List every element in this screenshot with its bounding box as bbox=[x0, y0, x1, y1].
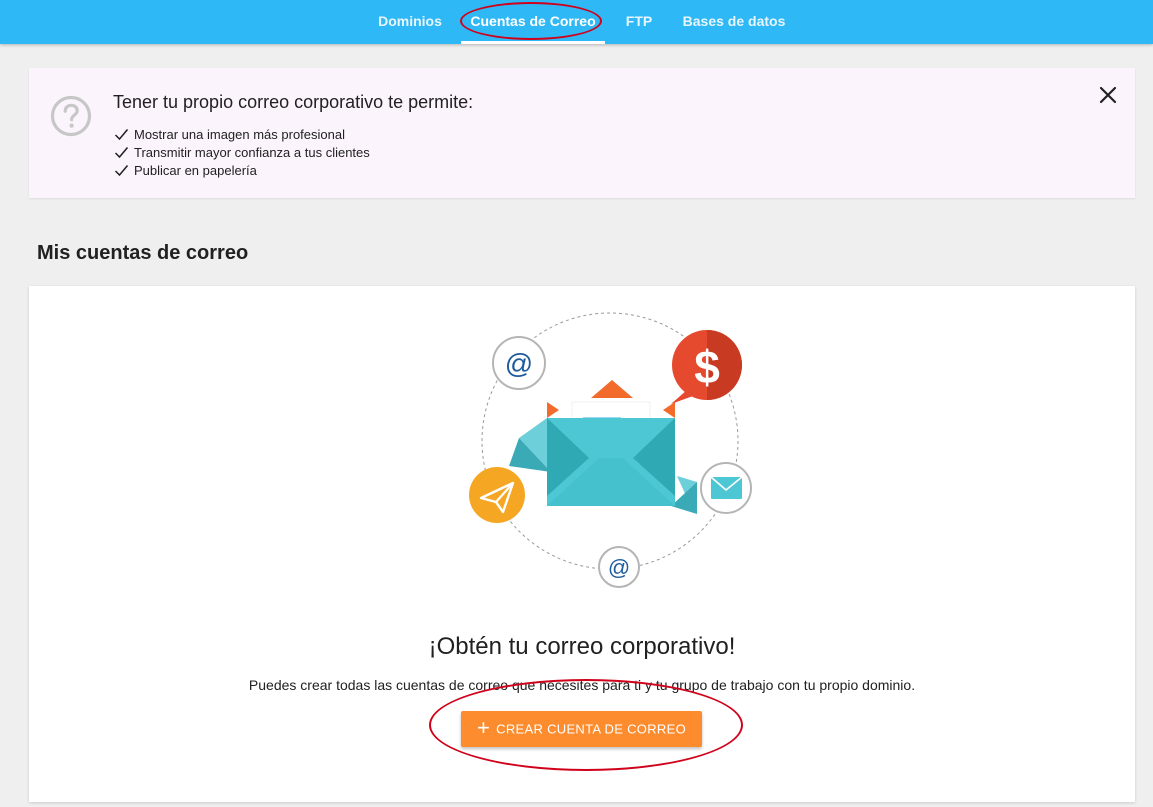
at-bubble-icon: @ bbox=[492, 336, 546, 390]
create-email-account-button[interactable]: + CREAR CUENTA DE CORREO bbox=[461, 711, 702, 747]
at-symbol-bottom: @ bbox=[608, 555, 630, 580]
dollar-symbol: $ bbox=[694, 341, 720, 393]
active-tab-indicator bbox=[461, 41, 605, 44]
create-button-label: CREAR CUENTA DE CORREO bbox=[496, 721, 686, 737]
tab-dominios-label: Dominios bbox=[378, 13, 442, 29]
banner-title: Tener tu propio correo corporativo te pe… bbox=[113, 92, 474, 112]
dollar-coin-icon: $ bbox=[671, 330, 742, 404]
check-icon bbox=[114, 147, 129, 159]
tab-cuentas-de-correo[interactable]: Cuentas de Correo bbox=[461, 0, 605, 44]
mail-bubble-icon bbox=[700, 462, 752, 514]
plus-icon: + bbox=[477, 715, 491, 740]
benefits-list: Mostrar una imagen más profesional Trans… bbox=[114, 126, 370, 180]
at-symbol-top: @ bbox=[505, 348, 533, 379]
paper-plane-icon bbox=[469, 467, 525, 523]
section-title: Mis cuentas de correo bbox=[37, 242, 249, 264]
close-icon[interactable] bbox=[1097, 84, 1119, 106]
benefit-text: Mostrar una imagen más profesional bbox=[134, 127, 345, 142]
envelope-icon bbox=[547, 418, 675, 506]
tab-bases-de-datos[interactable]: Bases de datos bbox=[678, 0, 790, 44]
email-accounts-card: @ $ @ ¡Obtén tu correo corporativo! Pued… bbox=[29, 286, 1135, 802]
at-bubble-small-icon: @ bbox=[598, 546, 640, 588]
benefit-text: Transmitir mayor confianza a tus cliente… bbox=[134, 145, 370, 160]
tab-ftp-label: FTP bbox=[625, 13, 653, 29]
info-banner: Tener tu propio correo corporativo te pe… bbox=[29, 68, 1135, 198]
list-item: Mostrar una imagen más profesional bbox=[114, 126, 370, 144]
tab-cuentas-de-correo-label: Cuentas de Correo bbox=[470, 13, 596, 29]
up-arrow-icon bbox=[591, 380, 633, 398]
list-item: Publicar en papelería bbox=[114, 162, 370, 180]
tab-dominios[interactable]: Dominios bbox=[370, 0, 450, 44]
card-headline: ¡Obtén tu correo corporativo! bbox=[428, 633, 736, 660]
check-icon bbox=[114, 165, 129, 177]
card-subtext: Puedes crear todas las cuentas de correo… bbox=[248, 677, 916, 693]
list-item: Transmitir mayor confianza a tus cliente… bbox=[114, 144, 370, 162]
email-illustration: @ $ @ bbox=[469, 312, 752, 588]
top-nav-bar: Dominios Cuentas de Correo FTP Bases de … bbox=[0, 0, 1153, 44]
benefit-text: Publicar en papelería bbox=[134, 163, 257, 178]
tab-ftp[interactable]: FTP bbox=[616, 0, 662, 44]
help-circle-icon bbox=[50, 95, 92, 137]
check-icon bbox=[114, 129, 129, 141]
tab-bases-de-datos-label: Bases de datos bbox=[682, 13, 786, 29]
